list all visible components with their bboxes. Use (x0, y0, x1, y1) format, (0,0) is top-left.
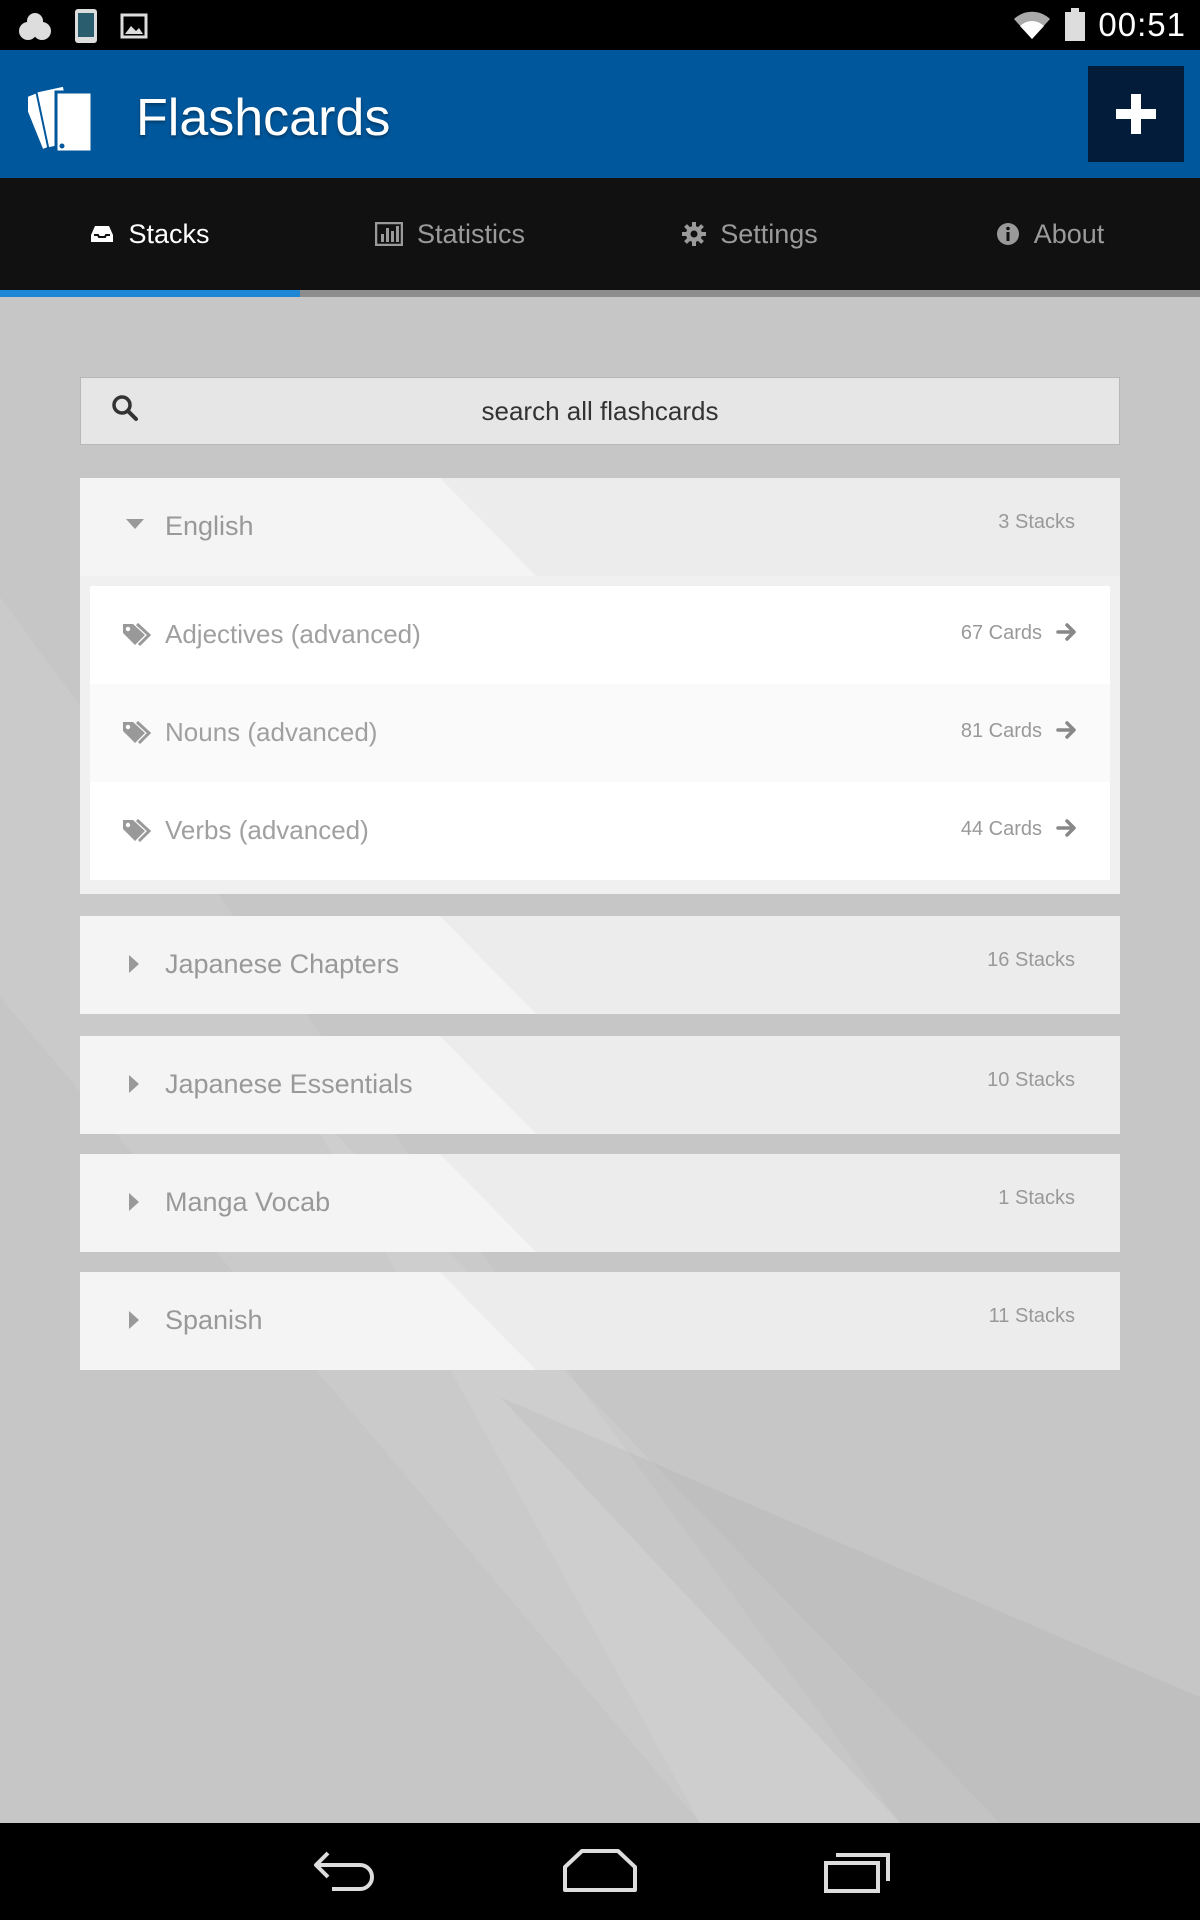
status-bar: 00:51 (0, 0, 1200, 50)
tab-indicator (0, 290, 300, 297)
plus-icon (1116, 94, 1156, 134)
tab-about[interactable]: About (900, 178, 1200, 290)
stack-card-count: 81 Cards (960, 720, 1042, 742)
stack-item[interactable]: Verbs (advanced) 44 Cards (90, 782, 1110, 880)
add-stack-button[interactable] (1088, 66, 1184, 162)
arrow-right-icon (1056, 721, 1076, 739)
group-header[interactable]: Spanish 11 Stacks (80, 1272, 1120, 1370)
tags-icon (123, 622, 152, 647)
group-english: English 3 Stacks Adjectives (advanced) 6… (80, 478, 1120, 894)
bar-chart-icon (374, 222, 403, 246)
arrow-right-icon (1056, 623, 1076, 641)
group-japanese-chapters: Japanese Chapters 16 Stacks (80, 916, 1120, 1014)
group-name: Manga Vocab (165, 1187, 331, 1217)
info-icon (996, 223, 1019, 245)
tab-label-statistics: Statistics (416, 218, 526, 249)
gear-icon (682, 222, 707, 246)
stack-name: Adjectives (advanced) (165, 619, 421, 649)
tab-label-about: About (1033, 218, 1105, 249)
group-stack-count: 11 Stacks (988, 1305, 1075, 1327)
group-name: Spanish (165, 1305, 263, 1335)
group-header[interactable]: English 3 Stacks (80, 478, 1120, 576)
status-time: 00:51 (1098, 6, 1186, 43)
battery-icon (1065, 8, 1086, 41)
home-icon[interactable] (562, 1845, 638, 1895)
tab-stacks[interactable]: Stacks (0, 178, 300, 290)
app-bar: Flashcards (0, 50, 1200, 178)
group-name: Japanese Essentials (165, 1069, 413, 1099)
image-icon (120, 13, 148, 39)
group-header[interactable]: Japanese Essentials 10 Stacks (80, 1036, 1120, 1134)
group-spanish: Spanish 11 Stacks (80, 1272, 1120, 1370)
stack-name: Verbs (advanced) (165, 815, 369, 845)
phone-icon (75, 9, 97, 43)
stack-item[interactable]: Nouns (advanced) 81 Cards (90, 684, 1110, 782)
caret-right-icon (129, 1193, 139, 1211)
flashcards-logo-icon (28, 84, 94, 154)
stack-name: Nouns (advanced) (165, 717, 378, 747)
group-header[interactable]: Manga Vocab 1 Stacks (80, 1154, 1120, 1252)
tab-label-settings: Settings (720, 218, 818, 249)
tab-indicator-track (0, 290, 1200, 297)
inbox-icon (91, 226, 114, 242)
tags-icon (123, 818, 152, 843)
group-stack-count: 3 Stacks (998, 511, 1075, 533)
system-nav-bar (0, 1823, 1200, 1920)
caret-right-icon (129, 1311, 139, 1329)
tab-bar: Stacks Statistics Settings About (0, 178, 1200, 290)
stack-item[interactable]: Adjectives (advanced) 67 Cards (90, 586, 1110, 684)
group-japanese-essentials: Japanese Essentials 10 Stacks (80, 1036, 1120, 1134)
back-icon[interactable] (310, 1845, 378, 1895)
group-name: Japanese Chapters (165, 949, 400, 979)
search-icon (112, 395, 138, 421)
group-header[interactable]: Japanese Chapters 16 Stacks (80, 916, 1120, 1014)
group-name: English (165, 511, 254, 541)
tab-settings[interactable]: Settings (600, 178, 900, 290)
group-manga-vocab: Manga Vocab 1 Stacks (80, 1154, 1120, 1252)
arrow-right-icon (1056, 819, 1076, 837)
group-stack-count: 10 Stacks (987, 1069, 1075, 1091)
stack-card-count: 67 Cards (960, 622, 1042, 644)
caret-right-icon (129, 955, 139, 973)
wifi-icon (1014, 11, 1051, 39)
group-stack-count: 1 Stacks (998, 1187, 1075, 1209)
tab-label-stacks: Stacks (128, 218, 210, 249)
tab-statistics[interactable]: Statistics (300, 178, 600, 290)
tags-icon (123, 720, 152, 745)
notification-app-icon (19, 13, 51, 40)
group-stack-count: 16 Stacks (987, 949, 1075, 971)
caret-down-icon (126, 519, 144, 529)
search-bar (80, 377, 1120, 445)
stack-list: Adjectives (advanced) 67 Cards Nouns (ad… (80, 576, 1120, 894)
recent-apps-icon[interactable] (822, 1845, 892, 1895)
search-input[interactable] (81, 395, 1119, 427)
stack-card-count: 44 Cards (960, 818, 1042, 840)
caret-right-icon (129, 1075, 139, 1093)
app-title: Flashcards (136, 89, 391, 147)
